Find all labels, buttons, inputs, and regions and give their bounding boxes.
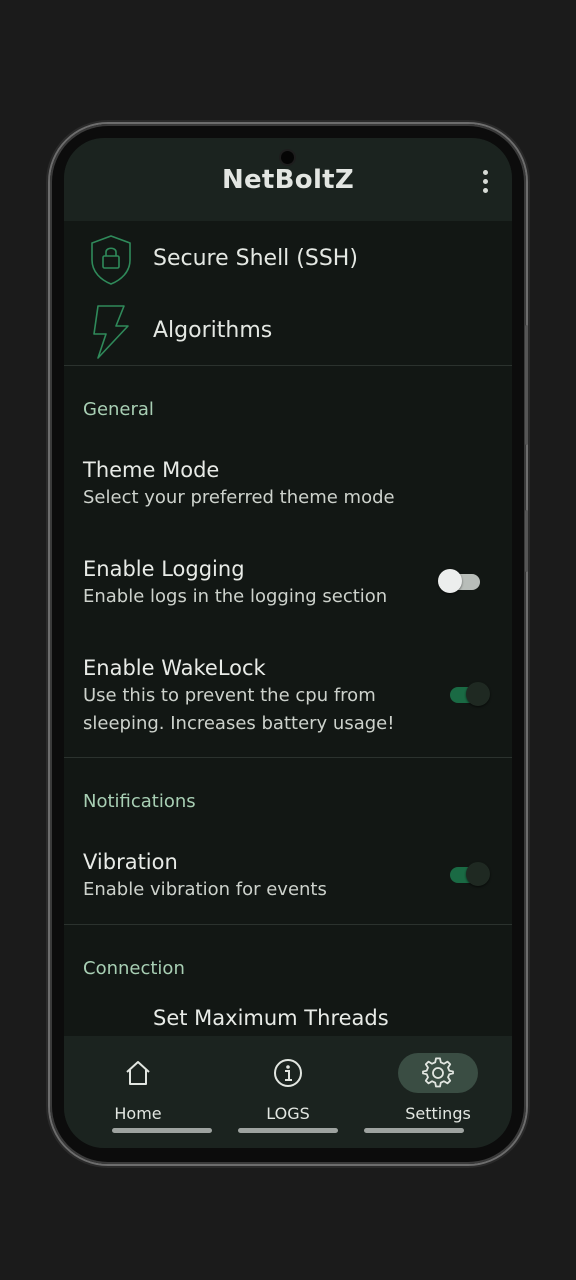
gesture-bar [238,1128,338,1133]
setting-enable-logging[interactable]: Enable Logging Enable logs in the loggin… [64,557,512,617]
setting-title: Vibration [83,850,178,874]
lightning-bolt-icon [93,305,129,359]
setting-description: sleeping. Increases battery usage! [83,713,395,734]
power-button [525,510,528,572]
setting-title: Enable Logging [83,557,245,581]
setting-max-threads[interactable]: Set Maximum Threads [64,1006,512,1036]
wakelock-toggle[interactable] [446,680,490,708]
section-title-connection: Connection [83,958,185,979]
section-title-general: General [83,399,154,420]
info-icon [274,1059,302,1087]
setting-description: Use this to prevent the cpu from [83,685,376,706]
shield-lock-icon [91,235,131,285]
nav-label: Home [114,1104,162,1123]
nav-label: Settings [405,1104,471,1123]
toggle-thumb [466,862,490,886]
divider [64,924,512,925]
menu-item-algorithms[interactable]: Algorithms [64,298,512,362]
front-camera [281,151,294,164]
setting-enable-wakelock[interactable]: Enable WakeLock Use this to prevent the … [64,656,512,746]
page: NetBoltZ Secure Shell (SSH) Algorithms G… [0,0,576,1280]
setting-title: Set Maximum Threads [153,1006,389,1030]
divider [64,757,512,758]
setting-description: Enable logs in the logging section [83,586,388,607]
divider [64,365,512,366]
menu-item-label: Algorithms [153,318,273,343]
gear-icon [422,1057,454,1088]
section-title-notifications: Notifications [83,791,196,812]
setting-description: Select your preferred theme mode [83,487,395,508]
logging-toggle[interactable] [438,567,482,595]
more-vertical-icon[interactable] [474,168,498,196]
gesture-bar [112,1128,212,1133]
vibration-toggle[interactable] [446,860,490,888]
home-icon [126,1061,150,1085]
app-title: NetBoltZ [221,165,355,195]
nav-item-home[interactable]: Home [73,1036,203,1136]
gesture-bar [364,1128,464,1133]
setting-theme-mode[interactable]: Theme Mode Select your preferred theme m… [64,458,512,518]
nav-label: LOGS [266,1104,310,1123]
setting-title: Theme Mode [83,458,220,482]
toggle-thumb [466,682,490,706]
screen: NetBoltZ Secure Shell (SSH) Algorithms G… [64,138,512,1148]
setting-title: Enable WakeLock [83,656,266,680]
nav-item-logs[interactable]: LOGS [223,1036,353,1136]
menu-item-ssh[interactable]: Secure Shell (SSH) [64,226,512,290]
volume-button [525,325,528,445]
nav-item-settings[interactable]: Settings [373,1036,503,1136]
toggle-thumb [438,569,462,593]
setting-description: Enable vibration for events [83,879,327,900]
menu-item-label: Secure Shell (SSH) [153,246,358,271]
bottom-navigation: Home LOGS Settings [64,1036,512,1148]
setting-vibration[interactable]: Vibration Enable vibration for events [64,850,512,910]
